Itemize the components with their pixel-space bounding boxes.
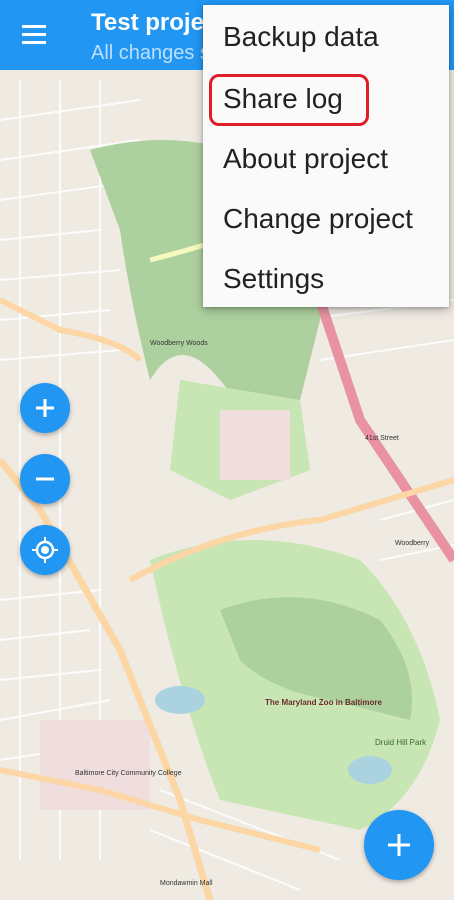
map-label: Woodberry: [395, 540, 430, 547]
map-label: 41st Street: [365, 435, 399, 442]
reservoir: [348, 756, 392, 784]
menu-item-about-project[interactable]: About project: [203, 129, 449, 189]
overflow-menu: Backup data Share log About project Chan…: [203, 5, 449, 307]
menu-item-settings[interactable]: Settings: [203, 249, 449, 309]
menu-item-change-project[interactable]: Change project: [203, 189, 449, 249]
hamburger-menu-icon[interactable]: [18, 21, 52, 49]
map-label: Mondawmin Mall: [160, 880, 213, 887]
my-location-button[interactable]: [20, 525, 70, 575]
plus-icon: [388, 834, 410, 856]
my-location-icon: [32, 537, 58, 563]
zoom-out-button[interactable]: [20, 454, 70, 504]
plus-icon: [36, 399, 54, 417]
menu-item-share-log[interactable]: Share log: [203, 69, 449, 129]
minus-icon: [36, 477, 54, 481]
college-area: [40, 720, 150, 810]
zoom-in-button[interactable]: [20, 383, 70, 433]
campus-area: [220, 410, 290, 480]
map-label: Druid Hill Park: [375, 738, 427, 747]
map-label: The Maryland Zoo in Baltimore: [265, 698, 382, 707]
menu-item-backup-data[interactable]: Backup data: [203, 7, 449, 67]
add-button[interactable]: [364, 810, 434, 880]
map-label: Baltimore City Community College: [75, 770, 182, 777]
map-label: Woodberry Woods: [150, 340, 208, 347]
lake: [155, 686, 205, 714]
